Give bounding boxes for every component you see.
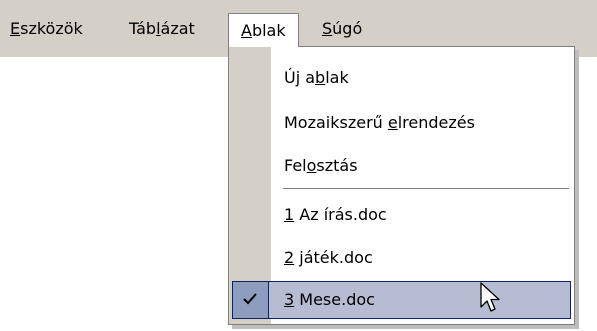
label-mnemonic: e (387, 113, 398, 132)
menu-item-felosztas[interactable]: Felosztás (232, 147, 571, 185)
menu-item-recent-1[interactable]: 1 Az írás.doc (232, 196, 571, 234)
menu-item-felosztas-label: Felosztás (284, 147, 358, 185)
label-mnemonic: o (306, 156, 317, 175)
menu-item-recent-3-label: 3 Mese.doc (284, 281, 375, 319)
checkmark-box (233, 282, 269, 318)
menu-item-mozaikszeru-elrendezes[interactable]: Mozaikszerű elrendezés (232, 104, 571, 142)
menu-tablazat[interactable]: Táblázat (129, 0, 195, 57)
menu-ablak-label: blak (251, 21, 286, 40)
label-rest: sztás (316, 156, 358, 175)
menu-item-recent-3[interactable]: 3 Mese.doc (232, 281, 571, 319)
check-icon (243, 293, 257, 305)
label-rest: Mese.doc (294, 290, 375, 309)
label-pre: Fel (284, 156, 307, 175)
label-mnemonic: 3 (284, 290, 295, 309)
screen: Eszközök Táblázat Ablak Súgó Új ablak Mo… (0, 0, 597, 331)
label-pre: Mozaikszerű (284, 113, 388, 132)
ablak-dropdown-menu: Új ablak Mozaikszerű elrendezés Felosztá… (228, 46, 575, 325)
label-mnemonic: b (315, 68, 326, 87)
menu-tablazat-label-pre: Táb (129, 19, 157, 38)
menu-tablazat-label: ázat (160, 19, 195, 38)
menu-item-uj-ablak-label: Új ablak (284, 59, 349, 97)
label-mnemonic: 1 (284, 205, 295, 224)
menu-separator (283, 188, 569, 190)
menu-ablak[interactable]: Ablak (228, 13, 299, 47)
label-rest: Az írás.doc (294, 205, 387, 224)
menu-eszkozok[interactable]: Eszközök (10, 0, 83, 57)
label-mnemonic: 2 (284, 248, 295, 267)
menu-item-recent-2-label: 2 játék.doc (284, 239, 373, 277)
label-pre: Új a (284, 68, 316, 87)
menu-ablak-mnemonic: A (241, 21, 252, 40)
menu-eszkozok-label: szközök (20, 19, 83, 38)
label-rest: lak (325, 68, 349, 87)
menu-sugo-label: úgó (332, 19, 363, 38)
label-rest: lrendezés (397, 113, 475, 132)
menu-eszkozok-mnemonic: E (10, 19, 21, 38)
menu-item-recent-2[interactable]: 2 játék.doc (232, 239, 571, 277)
menu-sugo-mnemonic: S (322, 19, 333, 38)
menu-item-mozaikszeru-elrendezes-label: Mozaikszerű elrendezés (284, 104, 475, 142)
menu-item-recent-1-label: 1 Az írás.doc (284, 196, 387, 234)
arrow-cursor-icon (480, 282, 500, 312)
label-rest: játék.doc (294, 248, 373, 267)
menu-item-uj-ablak[interactable]: Új ablak (232, 59, 571, 97)
